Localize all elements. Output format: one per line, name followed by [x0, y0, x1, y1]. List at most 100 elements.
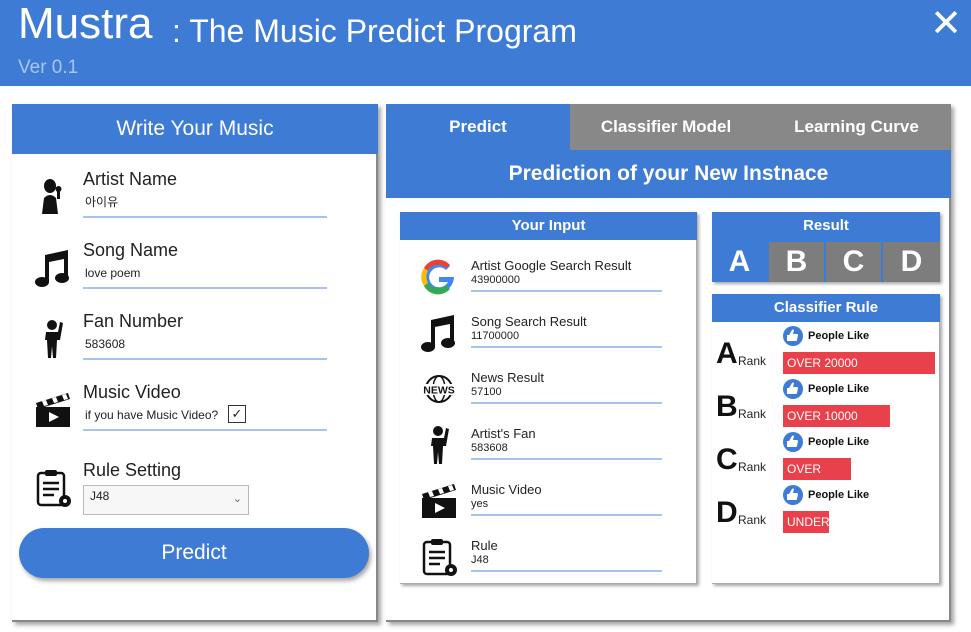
rule-setting-label: Rule Setting: [83, 460, 182, 480]
artist-label: Artist Name: [83, 169, 178, 189]
music-video-checkbox-label: if you have Music Video?: [85, 408, 219, 422]
rule-row-a: A Rank People Like OVER 20000: [712, 326, 940, 376]
rule-row-b: B Rank People Like OVER 10000: [712, 379, 940, 429]
rule-threshold-c: OVER 1000: [783, 458, 851, 498]
input-value-rule: J48: [471, 554, 489, 566]
rule-setting-field: Rule Setting J48 ⌄: [12, 459, 378, 519]
input-underline: [471, 402, 662, 404]
rule-threshold-d: UNDER: [783, 511, 830, 533]
input-row-music-video: Music Video yes: [400, 474, 697, 524]
rule-select[interactable]: J48 ⌄: [83, 485, 249, 515]
tab-bar: Predict Classifier Model Learning Curve: [386, 104, 951, 150]
your-input-box: Your Input Artist Google Search Result 4…: [400, 212, 697, 584]
rule-grade-letter: A: [716, 337, 738, 370]
music-video-label: Music Video: [83, 382, 181, 402]
write-music-heading: Write Your Music: [12, 104, 378, 154]
thumbs-up-icon: [783, 379, 803, 399]
input-row-rule: Rule J48: [400, 530, 697, 580]
song-field: Song Name love poem: [12, 239, 378, 299]
input-value-google: 43900000: [471, 274, 520, 286]
input-underline: [471, 290, 662, 292]
result-grade-d: D: [883, 242, 940, 282]
rank-label: Rank: [738, 354, 767, 368]
rank-label: Rank: [738, 460, 767, 474]
app-subtitle: : The Music Predict Program: [172, 13, 577, 49]
music-video-underline: [83, 429, 327, 431]
clapperboard-icon: [36, 393, 70, 427]
your-input-heading: Your Input: [400, 212, 697, 240]
input-label-rule: Rule: [471, 538, 498, 553]
thumbs-up-icon: [783, 432, 803, 452]
result-grade-a: A: [712, 242, 767, 282]
write-music-panel: Write Your Music Artist Name 아이유 Song Na…: [12, 104, 378, 622]
clipboard-settings-icon: [422, 539, 457, 576]
fan-person-icon: [431, 426, 449, 464]
artist-field: Artist Name 아이유: [12, 168, 378, 228]
input-underline: [471, 514, 662, 516]
input-value-song-search: 11700000: [471, 330, 520, 342]
input-value-music-video: yes: [471, 498, 489, 510]
fan-underline: [83, 358, 327, 360]
tab-classifier-model[interactable]: Classifier Model: [570, 104, 762, 150]
people-like-label: People Like: [808, 330, 870, 342]
rank-label: Rank: [738, 513, 767, 527]
music-note-icon: [35, 250, 69, 287]
rule-select-value: J48: [90, 489, 110, 503]
people-like-label: People Like: [808, 489, 870, 501]
artist-underline: [83, 216, 327, 218]
input-underline: [471, 346, 662, 348]
song-label: Song Name: [83, 240, 179, 260]
tab-learning-curve[interactable]: Learning Curve: [762, 104, 951, 150]
input-label-song-search: Song Search Result: [471, 314, 587, 329]
music-video-field: Music Video if you have Music Video? ✓: [12, 381, 378, 441]
input-underline: [471, 458, 662, 460]
singer-icon: [42, 179, 62, 214]
google-icon: [421, 259, 454, 295]
fan-field: Fan Number 583608: [12, 310, 378, 370]
input-label-google: Artist Google Search Result: [471, 258, 632, 273]
rule-row-d: D Rank People Like UNDER: [712, 485, 940, 535]
svg-text:NEWS: NEWS: [423, 385, 455, 397]
chevron-down-icon: ⌄: [232, 493, 242, 505]
result-box: Result A B C D: [712, 212, 940, 282]
input-row-song-search: Song Search Result 11700000: [400, 306, 697, 356]
input-row-google: Artist Google Search Result 43900000: [400, 250, 697, 300]
title-bar: Mustra : The Music Predict Program Ver 0…: [0, 0, 971, 86]
prediction-title: Prediction of your New Instnace: [386, 150, 951, 198]
clipboard-settings-icon: [36, 470, 71, 507]
prediction-panel: Predict Classifier Model Learning Curve …: [386, 104, 951, 622]
song-underline: [83, 287, 327, 289]
rule-grade-letter: D: [716, 496, 738, 529]
app-title: Mustra: [18, 0, 153, 48]
thumbs-up-icon: [783, 326, 803, 346]
song-input[interactable]: love poem: [85, 265, 140, 281]
rule-threshold-b: OVER 10000: [783, 405, 890, 427]
close-button[interactable]: ✕: [926, 4, 966, 44]
result-heading: Result: [803, 217, 849, 234]
fan-input[interactable]: 583608: [85, 336, 125, 352]
input-label-music-video: Music Video: [471, 482, 542, 497]
classifier-rule-box: Classifier Rule A Rank People Like OVER …: [712, 294, 940, 584]
rank-label: Rank: [738, 407, 767, 421]
predict-button[interactable]: Predict: [19, 528, 369, 578]
classifier-rule-heading: Classifier Rule: [712, 294, 940, 322]
artist-input[interactable]: 아이유: [85, 194, 118, 210]
input-label-news: News Result: [471, 370, 544, 385]
music-note-icon: [421, 315, 455, 352]
fan-label: Fan Number: [83, 311, 184, 331]
music-video-checkbox[interactable]: ✓: [228, 405, 246, 423]
clapperboard-icon: [422, 484, 456, 518]
input-underline: [471, 570, 662, 572]
news-globe-icon: NEWS: [421, 375, 457, 403]
input-value-fan: 583608: [471, 442, 508, 454]
result-grade-b: B: [769, 242, 824, 282]
rule-grade-letter: C: [716, 443, 738, 476]
input-label-fan: Artist's Fan: [471, 426, 536, 441]
fan-person-icon: [45, 320, 63, 358]
rule-threshold-a: OVER 20000: [783, 352, 935, 374]
tab-predict[interactable]: Predict: [386, 104, 570, 150]
result-grade-c: C: [826, 242, 881, 282]
rule-row-c: C Rank People Like OVER 1000: [712, 432, 940, 498]
input-row-fan: Artist's Fan 583608: [400, 418, 697, 468]
people-like-label: People Like: [808, 383, 870, 395]
